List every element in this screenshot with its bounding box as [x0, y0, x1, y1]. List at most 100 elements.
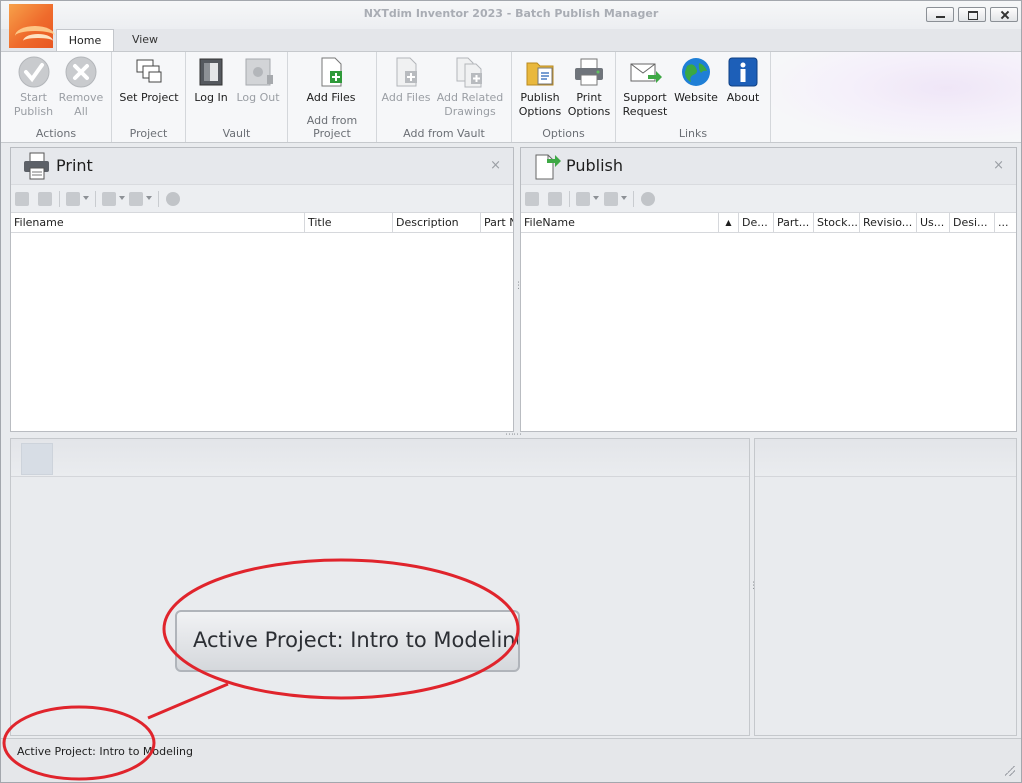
check-circle-icon [17, 55, 51, 89]
ribbon: Start Publish Remove All Actions Set Pro… [1, 51, 1021, 143]
about-button[interactable]: About [722, 55, 764, 105]
ribbon-group-label: Links [678, 127, 708, 140]
chevron-down-icon[interactable] [146, 196, 152, 200]
collapse-icon[interactable] [525, 192, 539, 206]
lower-left-pane-header [11, 439, 749, 477]
add-files-label: Add Files [306, 91, 356, 104]
printer-icon [572, 55, 606, 89]
column-header[interactable]: Desi... [950, 213, 995, 232]
print-panel-title: Print [56, 156, 93, 175]
print-options-button[interactable]: Print Options [566, 55, 612, 119]
tab-home[interactable]: Home [56, 29, 114, 51]
add-files-vault-label: Add Files [381, 91, 431, 104]
set-project-button[interactable]: Set Project [116, 55, 182, 105]
toolbar-separator [59, 191, 60, 207]
close-window-button[interactable] [990, 7, 1018, 22]
info-icon [726, 55, 760, 89]
ribbon-group-label: Add from Vault [403, 127, 485, 140]
ribbon-group-options: Publish Options Print Options Options [512, 52, 616, 142]
column-header[interactable]: Part... [774, 213, 814, 232]
publish-toolbar [521, 184, 1016, 212]
toolbar-separator [95, 191, 96, 207]
publish-panel-header: Publish × [521, 148, 1016, 184]
set-project-label: Set Project [119, 91, 179, 104]
minimize-button[interactable] [926, 7, 954, 22]
add-related-icon [453, 55, 487, 89]
publish-options-button[interactable]: Publish Options [516, 55, 564, 119]
column-header[interactable]: Filename [11, 213, 305, 232]
website-label: Website [674, 91, 718, 104]
title-bar: NXTdim Inventor 2023 - Batch Publish Man… [1, 1, 1021, 29]
ribbon-group-add-from-vault: Add Files Add Related Drawings Add from … [377, 52, 512, 142]
remove-all-button[interactable]: Remove All [58, 55, 104, 119]
ribbon-group-label: Project [129, 127, 168, 140]
settings-icon[interactable] [66, 192, 80, 206]
column-header[interactable]: Part N [481, 213, 513, 232]
app-logo-icon[interactable] [9, 4, 55, 48]
print-grid-header: Filename Title Description Part N [11, 212, 513, 233]
column-header[interactable]: Stock... [814, 213, 860, 232]
column-header[interactable]: FileName [521, 213, 719, 232]
filter-icon[interactable] [576, 192, 590, 206]
toolbar-separator [158, 191, 159, 207]
column-header[interactable]: Us... [917, 213, 950, 232]
toolbar-separator [633, 191, 634, 207]
chevron-down-icon[interactable] [621, 196, 627, 200]
preview-thumbnail [21, 443, 53, 475]
maximize-button[interactable] [958, 7, 986, 22]
ribbon-group-actions: Start Publish Remove All Actions [1, 52, 112, 142]
collapse-icon[interactable] [15, 192, 29, 206]
ribbon-group-project: Set Project Project [112, 52, 186, 142]
filter-icon[interactable] [102, 192, 116, 206]
sort-ascending-icon[interactable]: ▲ [719, 213, 739, 232]
column-header[interactable]: Title [305, 213, 393, 232]
clear-icon[interactable] [641, 192, 655, 206]
column-header[interactable]: Description [393, 213, 481, 232]
resize-grip-icon[interactable] [1005, 766, 1015, 776]
toolbar-separator [569, 191, 570, 207]
website-button[interactable]: Website [672, 55, 720, 105]
tab-view[interactable]: View [115, 29, 175, 51]
status-bar: Active Project: Intro to Modeling [1, 738, 1021, 782]
log-out-label: Log Out [236, 91, 280, 104]
vault-safe-icon [241, 55, 275, 89]
add-files-vault-button[interactable]: Add Files [381, 55, 431, 105]
support-request-button[interactable]: Support Request [620, 55, 670, 119]
print-toolbar [11, 184, 513, 212]
add-related-drawings-button[interactable]: Add Related Drawings [435, 55, 505, 119]
chevron-down-icon[interactable] [83, 196, 89, 200]
print-options-label: Print Options [567, 91, 611, 118]
add-file-icon [314, 55, 348, 89]
filter-clear-icon[interactable] [129, 192, 143, 206]
expand-icon[interactable] [548, 192, 562, 206]
envelope-arrow-icon [628, 55, 662, 89]
filter-clear-icon[interactable] [604, 192, 618, 206]
publish-options-icon [523, 55, 557, 89]
lower-right-pane [754, 438, 1017, 736]
lower-right-pane-header [755, 439, 1016, 477]
chevron-down-icon[interactable] [593, 196, 599, 200]
log-out-button[interactable]: Log Out [236, 55, 280, 105]
clear-icon[interactable] [166, 192, 180, 206]
start-publish-button[interactable]: Start Publish [11, 55, 56, 119]
log-in-button[interactable]: Log In [190, 55, 232, 105]
publish-panel-close-icon[interactable]: × [993, 158, 1004, 173]
print-panel: Print × Filename Title Description Part … [10, 147, 514, 432]
column-header[interactable]: De... [739, 213, 774, 232]
publish-panel: Publish × FileName ▲ De... Part... Stock… [520, 147, 1017, 432]
add-related-drawings-label: Add Related Drawings [436, 91, 504, 118]
zoom-callout: Active Project: Intro to Modeling [175, 610, 520, 672]
expand-icon[interactable] [38, 192, 52, 206]
column-header[interactable]: ... [995, 213, 1016, 232]
add-files-project-button[interactable]: Add Files [300, 55, 362, 105]
chevron-down-icon[interactable] [119, 196, 125, 200]
publish-document-icon [533, 151, 563, 184]
ribbon-group-vault: Log In Log Out Vault [186, 52, 288, 142]
ribbon-background-art [771, 52, 1021, 142]
app-window: NXTdim Inventor 2023 - Batch Publish Man… [0, 0, 1022, 783]
print-panel-header: Print × [11, 148, 513, 184]
printer-icon [22, 151, 52, 184]
print-panel-close-icon[interactable]: × [490, 158, 501, 173]
column-header[interactable]: Revisio... [860, 213, 917, 232]
support-request-label: Support Request [622, 91, 668, 118]
